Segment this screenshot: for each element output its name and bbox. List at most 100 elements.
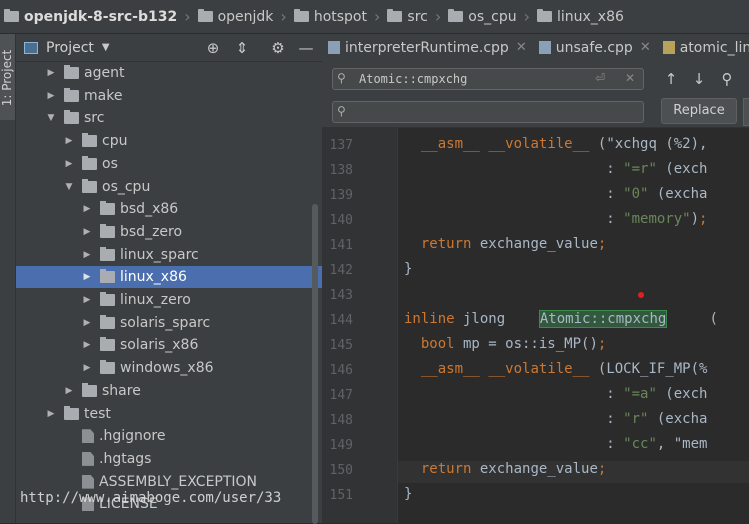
tree-item-share[interactable]: ▶ share <box>16 380 322 402</box>
tree-item-label: cpu <box>102 133 128 150</box>
tree-item-solaris-x86[interactable]: ▶ solaris_x86 <box>16 334 322 356</box>
tree-scrollbar[interactable] <box>312 204 318 524</box>
tree-item-agent[interactable]: ▶ agent <box>16 62 322 84</box>
project-view-selector[interactable]: Project ▼ <box>24 40 110 56</box>
newline-icon[interactable]: ⏎ <box>595 71 605 85</box>
breadcrumb-separator-icon: › <box>523 7 530 26</box>
code-line[interactable]: __asm__ __volatile__ (LOCK_IF_MP(% <box>404 361 708 377</box>
tree-item-windows-x86[interactable]: ▶ windows_x86 <box>16 357 322 379</box>
editor-tab[interactable]: unsafe.cpp ✕ <box>533 34 657 61</box>
search-field[interactable]: ⚲ Atomic::cmpxchg ⏎ ✕ <box>332 68 644 90</box>
locate-target-icon[interactable]: ⊕ <box>204 39 222 57</box>
replace-button[interactable]: Replace <box>661 98 737 124</box>
collapsed-arrow-icon[interactable]: ▶ <box>62 159 76 169</box>
collapsed-arrow-icon[interactable]: ▶ <box>80 363 94 373</box>
tree-item-test[interactable]: ▶ test <box>16 403 322 425</box>
editor-tab[interactable]: atomic_linu <box>657 34 749 61</box>
expanded-arrow-icon[interactable]: ▼ <box>62 182 76 192</box>
folder-icon <box>100 337 115 352</box>
line-number: 137 <box>329 138 353 153</box>
tree-item-bsd-zero[interactable]: ▶ bsd_zero <box>16 221 322 243</box>
collapsed-arrow-icon[interactable]: ▶ <box>80 250 94 260</box>
folder-icon <box>64 405 79 420</box>
code-line[interactable]: __asm__ __volatile__ ("xchgq (%2), <box>404 136 708 152</box>
collapsed-arrow-icon[interactable]: ▶ <box>44 91 58 101</box>
code-line[interactable]: : "r" (excha <box>404 411 707 427</box>
folder-icon <box>100 360 115 375</box>
code-line[interactable]: return exchange_value; <box>404 236 606 252</box>
minimize-icon[interactable]: — <box>297 39 315 57</box>
line-number: 151 <box>329 488 353 503</box>
line-number: 142 <box>329 263 353 278</box>
collapsed-arrow-icon[interactable]: ▶ <box>44 409 58 419</box>
project-title: Project <box>46 39 94 56</box>
dropdown-arrow-icon: ▼ <box>101 42 110 53</box>
line-number: 146 <box>329 363 353 378</box>
clear-icon[interactable]: ✕ <box>625 71 635 85</box>
collapse-all-icon[interactable]: ⇕ <box>233 39 251 57</box>
tree-item-bsd-x86[interactable]: ▶ bsd_x86 <box>16 198 322 220</box>
breadcrumb-item[interactable]: openjdk <box>197 8 274 25</box>
collapsed-arrow-icon[interactable]: ▶ <box>44 68 58 78</box>
tree-item-make[interactable]: ▶ make <box>16 85 322 107</box>
breadcrumb-item[interactable]: linux_x86 <box>537 9 624 25</box>
breadcrumb-label: hotspot <box>313 8 367 25</box>
collapsed-arrow-icon[interactable]: ▶ <box>80 340 94 350</box>
gear-icon[interactable]: ⚙ <box>269 39 287 57</box>
code-line[interactable]: : "cc", "mem <box>404 436 707 452</box>
folder-icon <box>100 246 115 261</box>
search-input[interactable]: Atomic::cmpxchg <box>359 72 467 86</box>
editor-tab-bar: interpreterRuntime.cpp ✕ unsafe.cpp ✕ atomic… <box>322 34 749 62</box>
collapsed-arrow-icon[interactable]: ▶ <box>80 272 94 282</box>
search-icon: ⚲ <box>337 71 346 85</box>
tree-item-solaris-sparc[interactable]: ▶ solaris_sparc <box>16 312 322 334</box>
previous-occurrence-icon[interactable]: ↑ <box>661 70 681 88</box>
tree-item-linux-x86[interactable]: ▶ linux_x86 <box>16 266 322 289</box>
collapsed-arrow-icon[interactable]: ▶ <box>62 386 76 396</box>
code-line[interactable]: : "=r" (exch <box>404 161 707 177</box>
replace-all-button[interactable] <box>743 98 749 126</box>
project-tool-tab[interactable]: 1: Project <box>0 34 15 120</box>
collapsed-arrow-icon[interactable]: ▶ <box>80 295 94 305</box>
tree-item-label: share <box>102 382 141 399</box>
tree-item-linux-sparc[interactable]: ▶ linux_sparc <box>16 244 322 266</box>
close-tab-icon[interactable]: ✕ <box>640 40 651 55</box>
editor-tab[interactable]: interpreterRuntime.cpp ✕ <box>322 34 533 61</box>
tree-item-os-cpu[interactable]: ▼ os_cpu <box>16 176 322 198</box>
tree-item-hgtags[interactable]: .hgtags <box>16 448 322 470</box>
expanded-arrow-icon[interactable]: ▼ <box>44 113 58 123</box>
tree-item-hgignore[interactable]: .hgignore <box>16 425 322 447</box>
find-all-icon[interactable]: ⚲ <box>717 70 737 88</box>
breadcrumb-item[interactable]: hotspot <box>293 8 367 25</box>
folder-icon <box>82 155 97 170</box>
breadcrumb-label: os_cpu <box>468 8 517 25</box>
close-tab-icon[interactable]: ✕ <box>516 40 527 55</box>
code-line[interactable]: inline jlong Atomic::cmpxchg ( <box>404 310 718 328</box>
collapsed-arrow-icon[interactable]: ▶ <box>62 136 76 146</box>
breadcrumb-label: openjdk <box>217 8 274 25</box>
breadcrumb-item[interactable]: os_cpu <box>448 8 517 25</box>
file-icon <box>82 474 94 489</box>
breadcrumb: openjdk-8-src-b132 › openjdk › hotspot › src › o… <box>0 0 749 34</box>
tree-item-src[interactable]: ▼ src <box>16 107 322 129</box>
breadcrumb-separator-icon: › <box>374 7 381 26</box>
code-line[interactable]: bool mp = os::is_MP(); <box>404 336 606 352</box>
code-line[interactable]: return exchange_value; <box>404 461 606 477</box>
code-line[interactable]: : "memory"); <box>404 211 707 227</box>
tree-item-os[interactable]: ▶ os <box>16 153 322 175</box>
code-line[interactable]: } <box>404 486 412 502</box>
collapsed-arrow-icon[interactable]: ▶ <box>80 204 94 214</box>
code-line[interactable]: : "0" (excha <box>404 186 707 202</box>
tree-item-linux-zero[interactable]: ▶ linux_zero <box>16 289 322 311</box>
next-occurrence-icon[interactable]: ↓ <box>689 70 709 88</box>
folder-icon <box>82 133 97 148</box>
code-line[interactable]: } <box>404 261 412 277</box>
breadcrumb-item[interactable]: src <box>387 9 428 25</box>
code-line[interactable]: : "=a" (exch <box>404 386 707 402</box>
replace-field[interactable]: ⚲ <box>332 101 644 123</box>
line-number: 138 <box>329 163 353 178</box>
collapsed-arrow-icon[interactable]: ▶ <box>80 318 94 328</box>
breadcrumb-item[interactable]: openjdk-8-src-b132 <box>4 9 177 25</box>
tree-item-cpu[interactable]: ▶ cpu <box>16 130 322 152</box>
collapsed-arrow-icon[interactable]: ▶ <box>80 227 94 237</box>
